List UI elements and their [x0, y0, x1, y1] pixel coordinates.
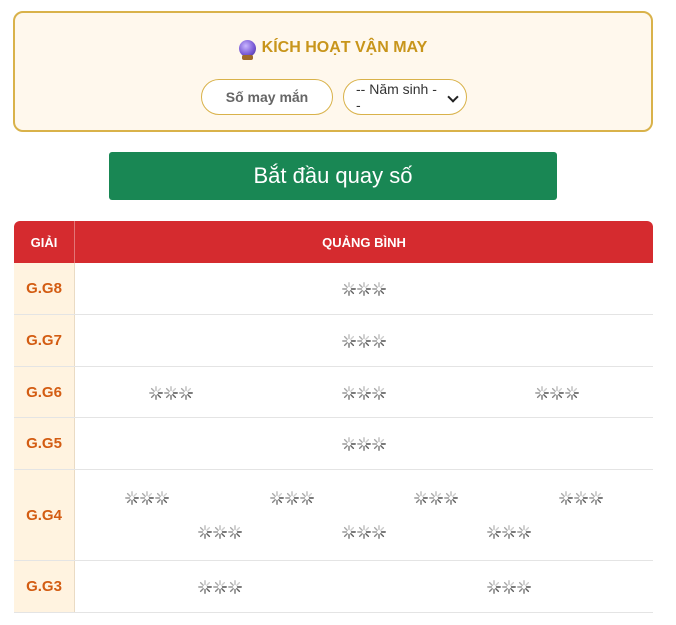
spinner-icon [516, 580, 531, 594]
table-row: G.G5 [14, 418, 653, 470]
spinner-icon [372, 385, 386, 400]
spinner-icon [429, 491, 444, 505]
prize-label: G.G4 [14, 470, 75, 560]
spinner-icon [155, 491, 170, 505]
result-numbers-cell [75, 315, 653, 366]
spinner-icon [164, 385, 179, 400]
spinner-icon [372, 525, 386, 539]
prize-label: G.G3 [14, 561, 75, 612]
spinner-icon [564, 385, 579, 400]
spinner-icon [372, 334, 386, 348]
prize-label: G.G6 [14, 367, 75, 417]
table-row: G.G8 [14, 263, 653, 315]
result-numbers-cell [75, 367, 653, 417]
table-row: G.G4 [14, 470, 653, 561]
spinner-icon [140, 491, 155, 505]
spinner-icon [516, 525, 531, 539]
result-numbers-cell [75, 263, 653, 314]
province-column-header: QUẢNG BÌNH [322, 234, 406, 250]
spinner-icon [534, 385, 549, 400]
pending-number-slot [486, 580, 531, 594]
spinner-icon [197, 580, 212, 594]
activation-title-text: KÍCH HOẠT VẬN MAY [261, 39, 428, 56]
pending-number-slot [486, 525, 531, 539]
prize-label: G.G5 [14, 418, 75, 469]
spinner-icon [414, 491, 429, 505]
table-row: G.G3 [14, 561, 653, 613]
pending-number-slot [342, 334, 386, 348]
pending-number-slot [414, 491, 459, 505]
spinner-icon [501, 525, 516, 539]
spinner-icon [357, 334, 371, 348]
spinner-icon [284, 491, 299, 505]
spinner-icon [486, 525, 501, 539]
spinner-icon [342, 385, 356, 400]
crystal-ball-icon [238, 39, 256, 60]
spinner-icon [342, 334, 356, 348]
activation-title: KÍCH HOẠT VẬN MAY [15, 39, 651, 60]
spinner-icon [372, 282, 386, 296]
spinner-icon [149, 385, 164, 400]
pending-number-slot [342, 437, 386, 451]
spinner-icon [227, 580, 242, 594]
pending-number-slot [125, 491, 170, 505]
spinner-icon [212, 525, 227, 539]
pending-number-slot [269, 491, 314, 505]
prize-label: G.G7 [14, 315, 75, 366]
chevron-down-icon [447, 91, 459, 103]
spinner-icon [342, 282, 356, 296]
spinner-icon [573, 491, 588, 505]
pending-number-slot [149, 385, 194, 400]
pending-number-slot [197, 525, 242, 539]
spinner-icon [549, 385, 564, 400]
spinner-icon [269, 491, 284, 505]
spinner-icon [501, 580, 516, 594]
lucky-number-input[interactable] [201, 79, 333, 115]
spinner-icon [444, 491, 459, 505]
pending-number-slot [558, 491, 603, 505]
spinner-icon [558, 491, 573, 505]
spinner-icon [299, 491, 314, 505]
pending-number-slot [342, 385, 386, 400]
birth-year-select-value: -- Năm sinh -- [356, 81, 437, 113]
table-row: G.G6 [14, 367, 653, 418]
results-table: GIẢI QUẢNG BÌNH G.G8 G.G7 G.G6 G.G5 G.G4 G.G3 [14, 221, 653, 613]
spinner-icon [357, 437, 371, 451]
spinner-icon [588, 491, 603, 505]
result-numbers-cell [75, 561, 653, 612]
pending-number-slot [342, 282, 386, 296]
spinner-icon [342, 525, 356, 539]
pending-number-slot [197, 580, 242, 594]
spinner-icon [486, 580, 501, 594]
prize-column-header: GIẢI [14, 221, 75, 263]
result-numbers-cell [75, 418, 653, 469]
spinner-icon [342, 437, 356, 451]
spinner-icon [179, 385, 194, 400]
start-draw-button[interactable]: Bắt đầu quay số [109, 152, 557, 200]
spinner-icon [357, 385, 371, 400]
result-numbers-cell [75, 470, 653, 560]
spinner-icon [357, 525, 371, 539]
spinner-icon [372, 437, 386, 451]
spinner-icon [212, 580, 227, 594]
spinner-icon [227, 525, 242, 539]
table-body: G.G8 G.G7 G.G6 G.G5 G.G4 G.G3 [14, 263, 653, 613]
table-header: GIẢI QUẢNG BÌNH [14, 221, 653, 263]
spinner-icon [197, 525, 212, 539]
pending-number-slot [342, 525, 386, 539]
pending-number-slot [534, 385, 579, 400]
spinner-icon [357, 282, 371, 296]
birth-year-select[interactable]: -- Năm sinh -- [343, 79, 467, 115]
spinner-icon [125, 491, 140, 505]
table-row: G.G7 [14, 315, 653, 367]
lucky-activation-panel: KÍCH HOẠT VẬN MAY -- Năm sinh -- [13, 11, 653, 132]
prize-label: G.G8 [14, 263, 75, 314]
